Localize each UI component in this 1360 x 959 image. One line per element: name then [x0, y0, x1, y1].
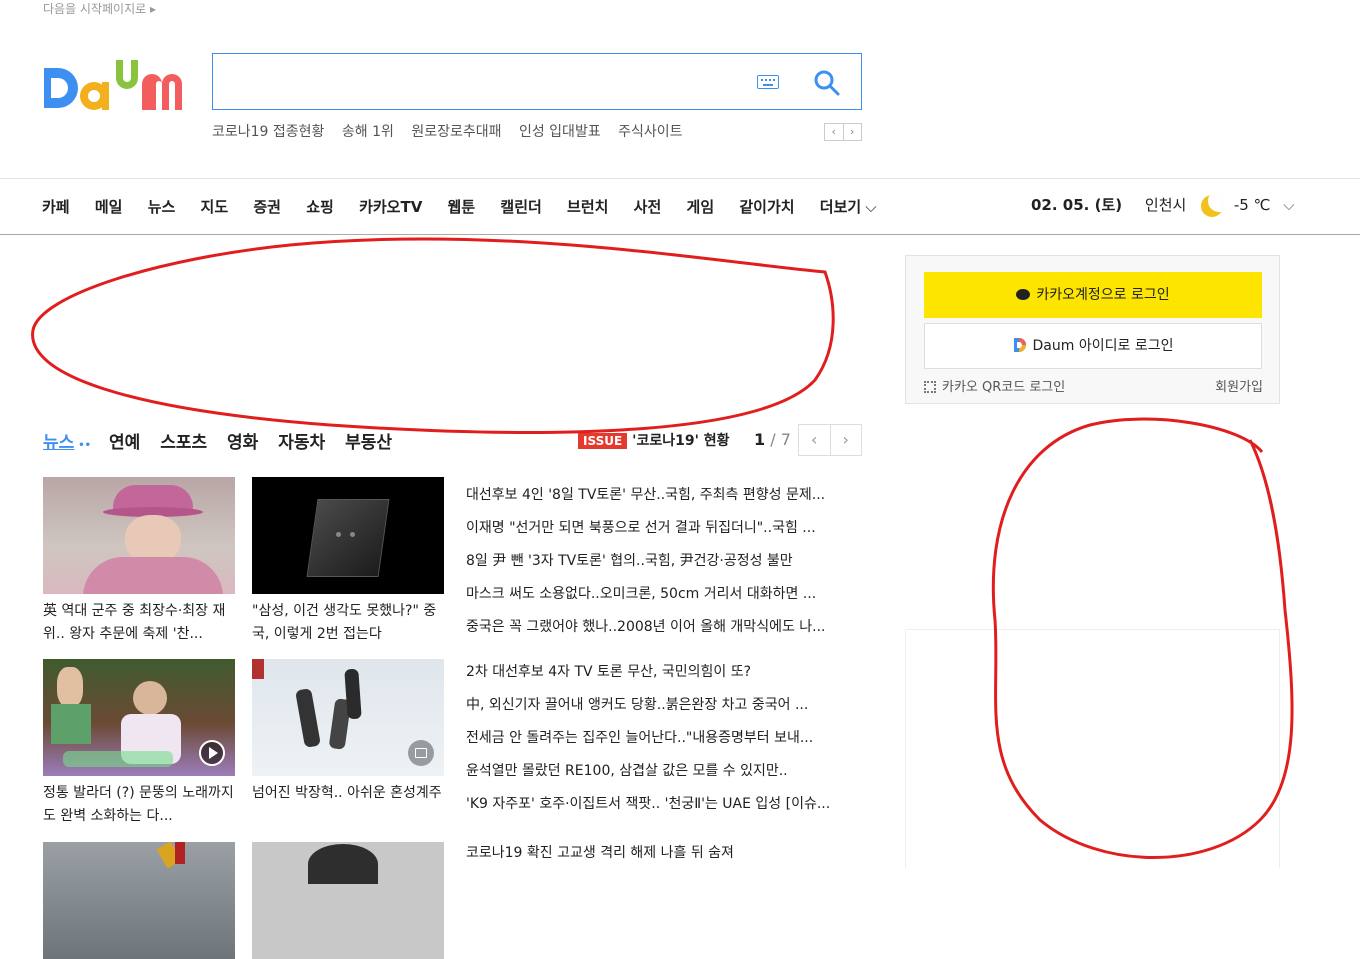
- news-thumbnail[interactable]: [252, 477, 444, 594]
- headline-list: 코로나19 확진 고교생 격리 해제 나흘 뒤 숨져: [466, 837, 861, 870]
- nav-item-dictionary[interactable]: 사전: [634, 198, 662, 216]
- news-card-title[interactable]: 넘어진 박장혁.. 아쉬운 혼성계주: [252, 782, 444, 828]
- ad-banner-area: [42, 252, 862, 402]
- headline-list: 2차 대선후보 4자 TV 토론 무산, 국민의힘이 또? 中, 외신기자 끌어…: [466, 656, 861, 821]
- tab-sports[interactable]: 스포츠: [160, 433, 207, 453]
- nav-item-shopping[interactable]: 쇼핑: [306, 198, 334, 216]
- headline-list: 대선후보 4인 '8일 TV토론' 무산..국힘, 주최측 편향성 문제... …: [466, 479, 861, 644]
- trending-keyword[interactable]: 코로나19 접종현황: [212, 124, 324, 140]
- login-box: 카카오계정으로 로그인 Daum 아이디로 로그인 카카오 QR코드 로그인 회…: [905, 255, 1280, 404]
- news-thumbnail[interactable]: [43, 842, 235, 959]
- news-card[interactable]: [252, 842, 444, 959]
- headline-item[interactable]: 중국은 꼭 그랬어야 했나..2008년 이어 올해 개막식에도 나...: [466, 611, 861, 644]
- news-tabs: 뉴스 •• 연예 스포츠 영화 자동차 부동산: [43, 428, 406, 453]
- headline-item[interactable]: 마스크 써도 소용없다..오미크론, 50cm 거리서 대화하면 ...: [466, 578, 861, 611]
- trending-keyword[interactable]: 주식사이트: [618, 124, 682, 140]
- signup-link[interactable]: 회원가입: [1215, 376, 1263, 395]
- news-card-title[interactable]: "삼성, 이건 생각도 못했나?" 중국, 이렇게 2번 접는다: [252, 600, 444, 646]
- chevron-down-icon[interactable]: ⌵: [1283, 196, 1294, 214]
- trending-keyword[interactable]: 송해 1위: [342, 124, 394, 140]
- tab-car[interactable]: 자동차: [278, 433, 325, 453]
- news-thumbnail[interactable]: [43, 477, 235, 594]
- tab-entertainment[interactable]: 연예: [109, 433, 140, 453]
- chevron-right-icon[interactable]: ›: [844, 124, 862, 140]
- headline-item[interactable]: 'K9 자주포' 호주·이집트서 잭팟.. '천궁Ⅱ'는 UAE 입성 [이슈.…: [466, 788, 861, 821]
- nav-item-together[interactable]: 같이가치: [739, 198, 794, 216]
- search-box[interactable]: [212, 53, 862, 110]
- headline-item[interactable]: 전세금 안 돌려주는 집주인 늘어난다.."내용증명부터 보내...: [466, 722, 861, 755]
- start-page-link[interactable]: 다음을 시작페이지로 ▸: [43, 0, 156, 17]
- page-indicator: 1 / 7: [754, 430, 791, 449]
- city-label[interactable]: 인천시: [1145, 196, 1186, 214]
- headline-item[interactable]: 8일 尹 뺀 '3자 TV토론' 협의..국힘, 尹건강·공정성 불만: [466, 545, 861, 578]
- news-card[interactable]: "삼성, 이건 생각도 못했나?" 중국, 이렇게 2번 접는다: [252, 477, 444, 646]
- search-icon[interactable]: [813, 69, 841, 97]
- news-pager: ‹ ›: [798, 424, 862, 456]
- nav-item-brunch[interactable]: 브런치: [567, 198, 608, 216]
- search-input[interactable]: [227, 66, 727, 98]
- news-card-title[interactable]: 英 역대 군주 중 최장수·최장 재위.. 왕자 추문에 축제 '찬...: [43, 600, 235, 646]
- keyboard-icon[interactable]: [757, 75, 779, 89]
- trending-nav: ‹ ›: [824, 123, 862, 141]
- kakao-talk-icon: [1016, 288, 1031, 300]
- news-card[interactable]: [43, 842, 235, 959]
- news-card-title[interactable]: 정통 발라더 (?) 문뚱의 노래까지도 완벽 소화하는 다...: [43, 782, 235, 828]
- right-ad-box: [905, 629, 1280, 868]
- chevron-down-icon: ⌵: [865, 198, 877, 216]
- nav-item-news[interactable]: 뉴스: [148, 198, 176, 216]
- news-card[interactable]: 정통 발라더 (?) 문뚱의 노래까지도 완벽 소화하는 다...: [43, 659, 235, 828]
- news-card[interactable]: 英 역대 군주 중 최장수·최장 재위.. 왕자 추문에 축제 '찬...: [43, 477, 235, 646]
- play-icon[interactable]: [199, 740, 225, 766]
- image-icon[interactable]: [408, 740, 434, 766]
- nav-item-mail[interactable]: 메일: [95, 198, 123, 216]
- tab-movie[interactable]: 영화: [227, 433, 258, 453]
- tab-realestate[interactable]: 부동산: [345, 433, 392, 453]
- nav-item-map[interactable]: 지도: [201, 198, 229, 216]
- kakao-login-button[interactable]: 카카오계정으로 로그인: [924, 272, 1262, 318]
- nav-item-webtoon[interactable]: 웹툰: [448, 198, 476, 216]
- trending-keyword[interactable]: 인성 입대발표: [519, 124, 601, 140]
- tab-dots-icon: ••: [78, 440, 92, 451]
- global-nav: 카페 메일 뉴스 지도 증권 쇼핑 카카오TV 웹툰 캘린더 브런치 사전 게임…: [0, 178, 1360, 235]
- tab-news[interactable]: 뉴스: [43, 433, 74, 453]
- daum-login-button[interactable]: Daum 아이디로 로그인: [924, 323, 1262, 369]
- nav-more-button[interactable]: 더보기 ⌵: [820, 198, 897, 216]
- chevron-right-icon[interactable]: ›: [831, 425, 862, 455]
- news-thumbnail[interactable]: [252, 842, 444, 959]
- chevron-left-icon[interactable]: ‹: [825, 124, 844, 140]
- headline-item[interactable]: 2차 대선후보 4자 TV 토론 무산, 국민의힘이 또?: [466, 656, 861, 689]
- headline-item[interactable]: 윤석열만 몰랐던 RE100, 삼겹살 값은 모를 수 있지만..: [466, 755, 861, 788]
- nav-item-game[interactable]: 게임: [687, 198, 715, 216]
- headline-item[interactable]: 中, 외신기자 끌어내 앵커도 당황..붉은완장 차고 중국어 ...: [466, 689, 861, 722]
- moon-icon: [1201, 194, 1224, 217]
- news-card[interactable]: 넘어진 박장혁.. 아쉬운 혼성계주: [252, 659, 444, 828]
- issue-link[interactable]: ISSUE '코로나19' 현황: [578, 430, 730, 450]
- trending-keyword[interactable]: 원로장로추대패: [411, 124, 501, 140]
- headline-item[interactable]: 대선후보 4인 '8일 TV토론' 무산..국힘, 주최측 편향성 문제...: [466, 479, 861, 512]
- nav-item-cafe[interactable]: 카페: [42, 198, 70, 216]
- issue-badge: ISSUE: [578, 433, 628, 449]
- temperature: -5 ℃: [1233, 196, 1271, 214]
- daum-logo[interactable]: [42, 56, 190, 112]
- headline-item[interactable]: 코로나19 확진 고교생 격리 해제 나흘 뒤 숨져: [466, 837, 861, 870]
- nav-item-calendar[interactable]: 캘린더: [500, 198, 541, 216]
- nav-item-stock[interactable]: 증권: [253, 198, 281, 216]
- nav-item-kakaotv[interactable]: 카카오TV: [359, 198, 422, 216]
- issue-text: '코로나19' 현황: [632, 433, 730, 449]
- headline-item[interactable]: 이재명 "선거만 되면 북풍으로 선거 결과 뒤집더니"..국힘 ...: [466, 512, 861, 545]
- trending-keywords: 코로나19 접종현황 송해 1위 원로장로추대패 인성 입대발표 주식사이트: [212, 121, 696, 141]
- chevron-left-icon[interactable]: ‹: [799, 425, 831, 455]
- daum-d-icon: [1013, 338, 1026, 352]
- qr-login-link[interactable]: 카카오 QR코드 로그인: [924, 376, 1065, 395]
- qr-code-icon: [924, 380, 936, 393]
- date-label: 02. 05. (토): [1031, 196, 1123, 214]
